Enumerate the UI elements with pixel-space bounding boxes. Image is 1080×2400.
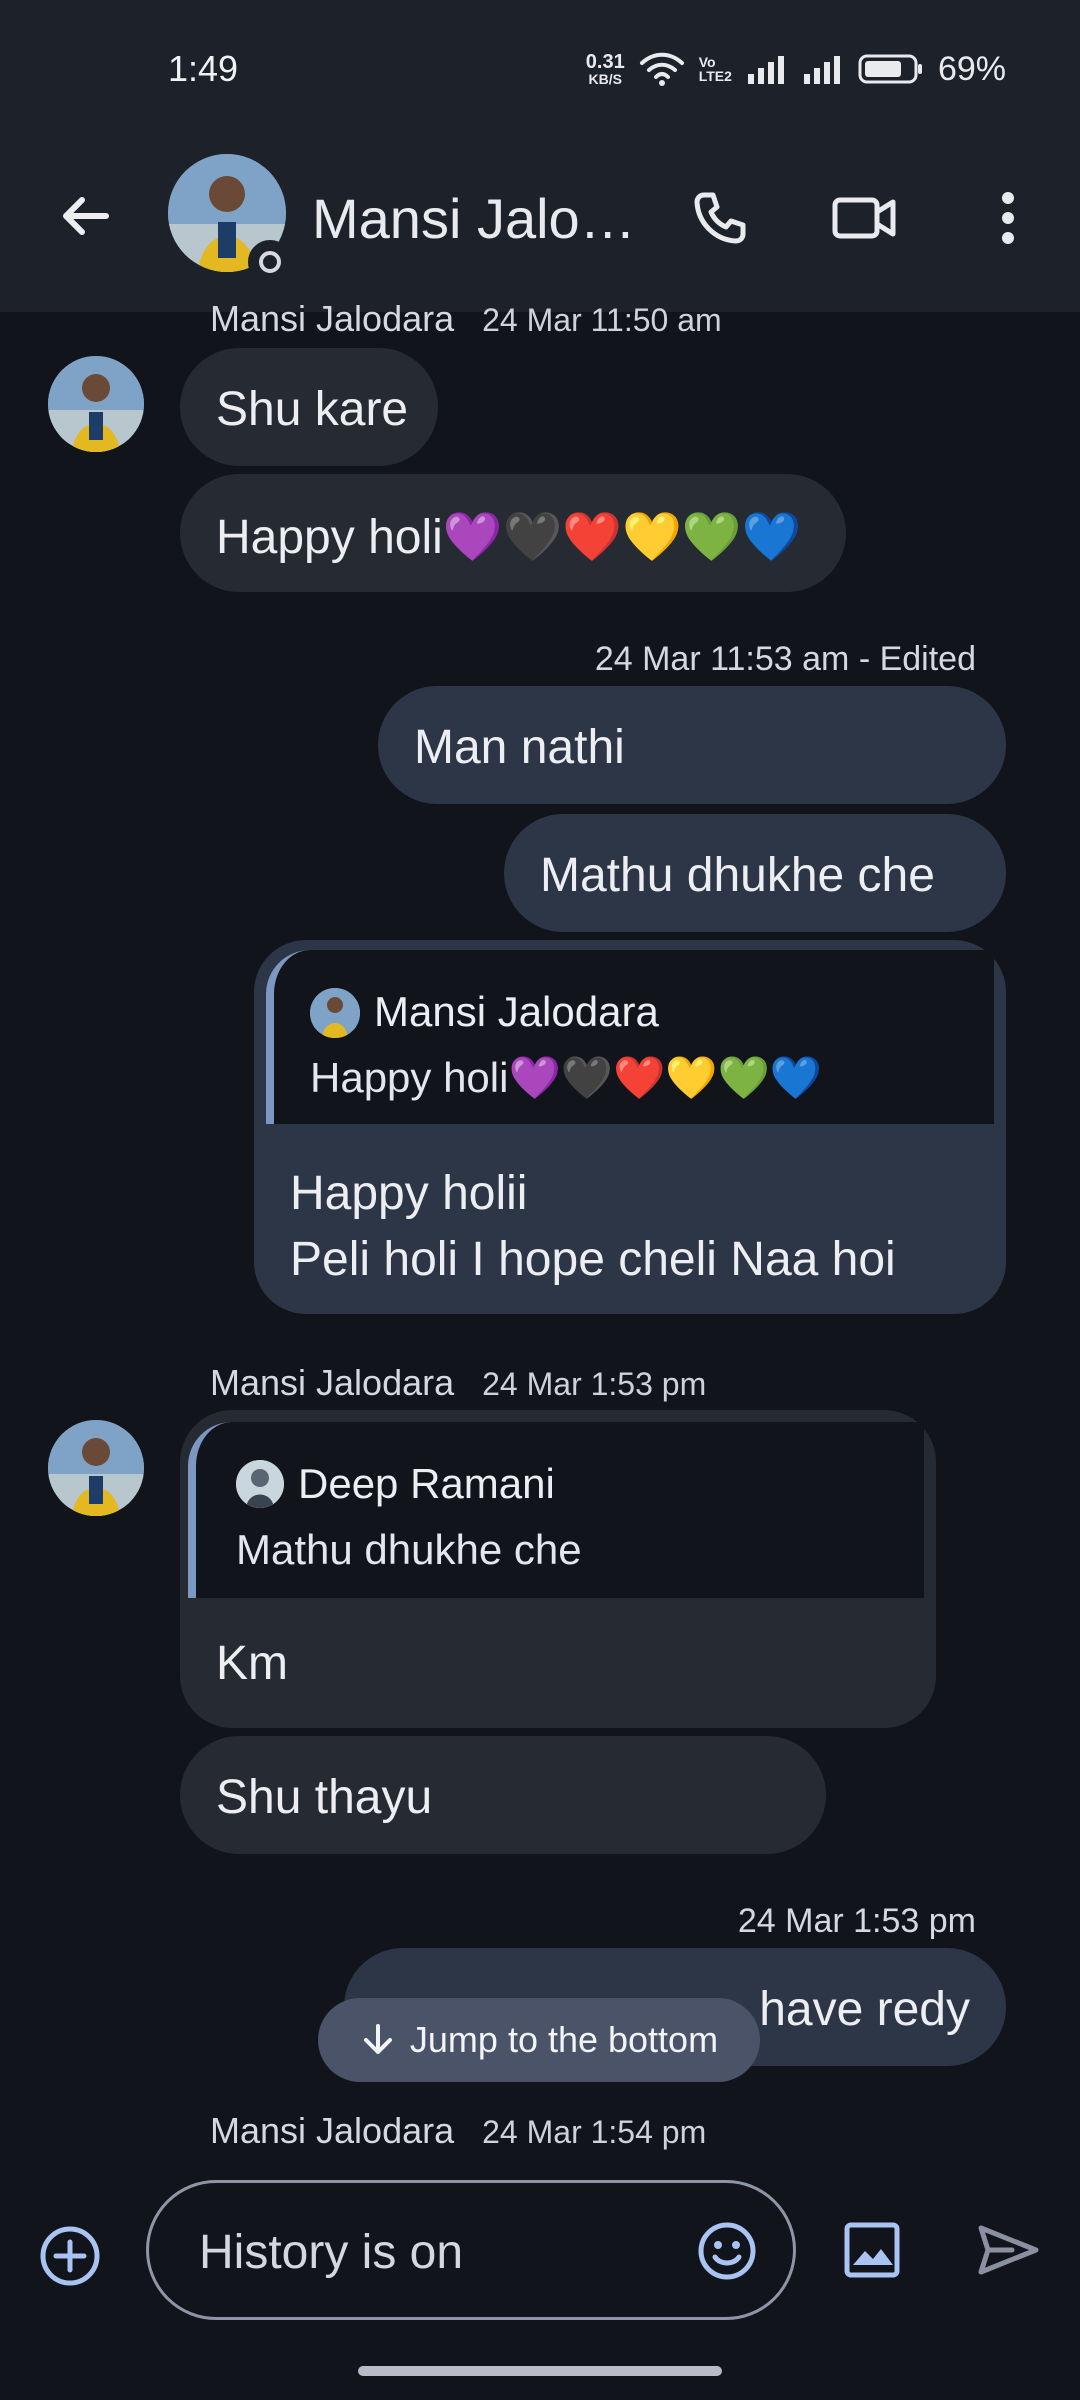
sender-avatar[interactable]	[48, 1420, 144, 1516]
sender-avatar[interactable]	[48, 356, 144, 452]
message-meta: 24 Mar 11:53 am - Edited	[595, 640, 976, 679]
back-arrow-icon	[63, 197, 109, 235]
volte-indicator: Vo LTE2	[699, 55, 732, 83]
person-photo-icon	[310, 988, 360, 1038]
call-button[interactable]	[678, 176, 762, 260]
battery-icon	[858, 54, 922, 84]
message-meta: 24 Mar 1:53 pm	[738, 1902, 976, 1941]
emoji-button[interactable]	[689, 2213, 765, 2289]
person-photo-icon	[48, 1420, 144, 1516]
network-speed: 0.31 KB/S	[586, 52, 625, 86]
message-time: 24 Mar 1:53 pm	[737, 1902, 976, 1940]
message-bubble[interactable]: Happy holi💜🖤❤️💛💚💙	[180, 474, 846, 592]
status-bar-right: 0.31 KB/S Vo LTE2 69%	[586, 44, 1006, 94]
message-header: Mansi Jalodara 24 Mar 1:53 pm	[210, 1362, 706, 1404]
video-icon	[832, 197, 896, 239]
message-time: 24 Mar 11:50 am	[482, 302, 722, 338]
network-speed-value: 0.31	[585, 51, 625, 73]
meta-separator: -	[858, 640, 871, 678]
message-bubble[interactable]: Man nathi	[378, 686, 1006, 804]
quoted-message[interactable]: Mansi Jalodara Happy holi💜🖤❤️💛💚💙	[266, 950, 994, 1124]
quoted-text: Mathu dhukhe che	[236, 1526, 582, 1573]
signal-2-icon	[803, 56, 840, 84]
status-time: 1:49	[168, 48, 239, 89]
sender-name: Mansi Jalodara	[210, 298, 455, 339]
message-time: 24 Mar 1:54 pm	[482, 2114, 707, 2150]
quoted-sender-name: Mansi Jalodara	[374, 988, 659, 1035]
add-circle-icon	[40, 2226, 100, 2286]
quoted-text: Happy holi💜🖤❤️💛💚💙	[310, 1054, 823, 1101]
add-attachment-button[interactable]	[28, 2214, 112, 2298]
person-photo-icon	[48, 356, 144, 452]
more-options-button[interactable]	[966, 176, 1050, 260]
reply-message-bubble[interactable]: Mansi Jalodara Happy holi💜🖤❤️💛💚💙 Happy h…	[254, 940, 1006, 1314]
wifi-icon	[639, 52, 684, 86]
message-text: Man nathi	[414, 721, 625, 774]
quoted-message[interactable]: Deep Ramani Mathu dhukhe che	[188, 1422, 924, 1598]
message-header: Mansi Jalodara 24 Mar 11:50 am	[210, 298, 722, 340]
battery-percent: 69%	[937, 49, 1006, 88]
volte-bottom: LTE2	[698, 68, 732, 84]
sender-name: Mansi Jalodara	[210, 2110, 455, 2151]
message-composer[interactable]	[146, 2180, 796, 2320]
message-bubble[interactable]: Shu thayu	[180, 1736, 826, 1854]
message-input[interactable]	[197, 2211, 681, 2293]
more-vert-icon	[1002, 192, 1014, 244]
person-photo-icon	[236, 1460, 284, 1508]
message-text-line: Peli holi I hope cheli Naa hoi	[290, 1233, 896, 1286]
gesture-handle	[358, 2366, 722, 2376]
message-text: Shu kare	[216, 383, 409, 436]
quoted-sender-name: Deep Ramani	[298, 1460, 555, 1507]
message-text: Mathu dhukhe che	[540, 849, 935, 902]
message-time: 24 Mar 1:53 pm	[482, 1366, 707, 1402]
image-icon	[844, 2222, 900, 2278]
message-text: Shu thayu	[216, 1771, 433, 1824]
gallery-button[interactable]	[830, 2208, 914, 2292]
message-text: Happy holi💜🖤❤️💛💚💙	[216, 511, 802, 564]
edited-label: Edited	[879, 640, 976, 678]
quoted-avatar	[236, 1460, 284, 1508]
contact-name[interactable]: Mansi Jalo…	[312, 186, 636, 251]
message-bubble[interactable]: Mathu dhukhe che	[504, 814, 1006, 932]
quoted-avatar	[310, 988, 360, 1038]
jump-to-bottom-button[interactable]: Jump to the bottom	[318, 1998, 760, 2082]
network-speed-unit: KB/S	[588, 71, 622, 87]
message-text-line: Happy holii	[290, 1167, 528, 1220]
reply-message-bubble[interactable]: Deep Ramani Mathu dhukhe che Km	[180, 1410, 936, 1728]
back-button[interactable]	[40, 170, 132, 262]
message-text: have redy	[759, 1983, 970, 2036]
send-icon	[978, 2225, 1039, 2275]
presence-status-icon	[248, 240, 292, 284]
signal-1-icon	[747, 56, 784, 84]
send-button[interactable]	[966, 2208, 1050, 2292]
message-header: Mansi Jalodara 24 Mar 1:54 pm	[210, 2110, 706, 2152]
volte-top: Vo	[698, 54, 716, 70]
message-text: Km	[216, 1637, 288, 1690]
message-time: 24 Mar 11:53 am	[594, 640, 850, 678]
video-call-button[interactable]	[822, 176, 906, 260]
sender-name: Mansi Jalodara	[210, 1362, 455, 1403]
arrow-down-icon	[363, 2024, 392, 2054]
message-bubble[interactable]: Shu kare	[180, 348, 438, 466]
phone-icon	[694, 192, 746, 244]
emoji-icon	[698, 2222, 756, 2280]
jump-label: Jump to the bottom	[409, 2019, 719, 2060]
